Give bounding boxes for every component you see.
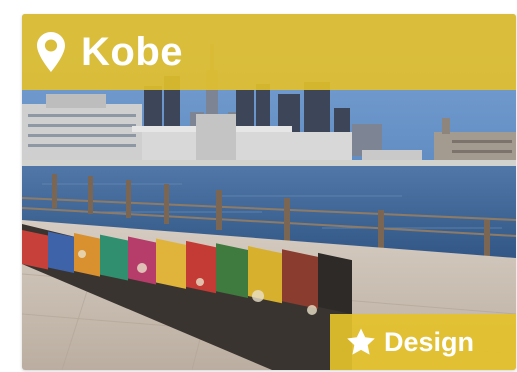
- card-title-bar: Kobe: [22, 14, 516, 90]
- star-icon: [347, 328, 375, 355]
- map-pin-icon: [37, 32, 65, 72]
- card-title: Kobe: [81, 30, 183, 74]
- location-card[interactable]: Kobe Design: [22, 14, 516, 370]
- category-label: Design: [384, 326, 475, 357]
- category-badge[interactable]: Design: [330, 314, 516, 370]
